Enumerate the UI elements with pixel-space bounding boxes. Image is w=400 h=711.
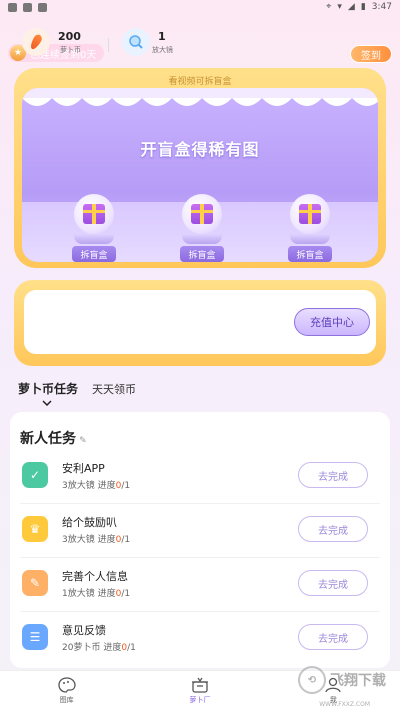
blindbox-item[interactable]: 拆盲盒 (280, 194, 340, 262)
divider (108, 38, 109, 52)
task-desc: 20萝卜币 进度0/1 (62, 643, 136, 653)
nav-carrot-factory[interactable]: 萝卜厂 (133, 671, 266, 711)
clipboard-icon: ☰ (22, 624, 48, 650)
watermark: ⟲ 飞翔下载 (298, 666, 386, 694)
task-row: ✓ 安利APP 3放大镜 进度0/1 去完成 (20, 450, 380, 504)
checkin-button[interactable]: 签到 (350, 45, 392, 63)
task-complete-button[interactable]: 去完成 (298, 462, 368, 488)
blindbox-stage: 开盲盒得稀有图 拆盲盒 拆盲盒 拆盲盒 (22, 88, 378, 262)
tab-carrot-tasks[interactable]: 萝卜币任务 (18, 380, 78, 397)
location-icon: ⌖ (326, 2, 332, 12)
check-icon: ✓ (22, 462, 48, 488)
blindbox-item[interactable]: 拆盲盒 (172, 194, 232, 262)
watermark-title: 飞翔下载 (330, 673, 386, 689)
newbie-task-card: 新人任务 ✎ ✓ 安利APP 3放大镜 进度0/1 去完成 ♛ 给个鼓励叭 3放… (10, 412, 390, 668)
task-desc: 1放大镜 进度0/1 (62, 589, 131, 599)
box-icon (191, 677, 208, 693)
pedestal (74, 234, 114, 244)
gift-icon (299, 204, 321, 224)
task-title: 完善个人信息 (62, 570, 128, 583)
task-row: ✎ 完善个人信息 1放大镜 进度0/1 去完成 (20, 558, 380, 612)
magnifier-value: 1 (158, 30, 166, 43)
tab-daily-coins[interactable]: 天天领币 (92, 381, 136, 397)
open-blindbox-button[interactable]: 拆盲盒 (72, 246, 116, 262)
pedestal (290, 234, 330, 244)
gift-orb (182, 194, 222, 234)
magnifier-label: 放大镜 (152, 46, 173, 54)
gift-orb (74, 194, 114, 234)
edit-icon: ✎ (22, 570, 48, 596)
open-blindbox-button[interactable]: 拆盲盒 (180, 246, 224, 262)
gift-icon (83, 204, 105, 224)
task-complete-button[interactable]: 去完成 (298, 624, 368, 650)
status-bar: ⌖ ▾ ◢ ▮ 3:47 (0, 0, 400, 14)
blindbox-item[interactable]: 拆盲盒 (64, 194, 124, 262)
task-title: 意见反馈 (62, 624, 106, 637)
task-title: 安利APP (62, 462, 105, 475)
signal-icon: ◢ (347, 2, 355, 12)
carrot-icon (22, 28, 50, 56)
nav-label: 萝卜厂 (189, 696, 211, 704)
pedestal (182, 234, 222, 244)
status-right: ⌖ ▾ ◢ ▮ 3:47 (326, 2, 392, 12)
notification-icon (38, 2, 47, 12)
task-complete-button[interactable]: 去完成 (298, 570, 368, 596)
coins-value: 200 (58, 30, 81, 43)
watermark-logo-icon: ⟲ (298, 666, 326, 694)
battery-icon: ▮ (360, 2, 366, 12)
task-desc: 3放大镜 进度0/1 (62, 481, 131, 491)
coins-label: 萝卜币 (60, 46, 81, 54)
open-blindbox-button[interactable]: 拆盲盒 (288, 246, 332, 262)
status-time: 3:47 (371, 2, 392, 12)
notification-icon (8, 2, 17, 12)
wifi-icon: ▾ (337, 2, 342, 12)
gift-orb (290, 194, 330, 234)
blindbox-title: 开盲盒得稀有图 (140, 140, 260, 159)
tab-indicator (42, 400, 52, 406)
nav-gallery[interactable]: 图库 (0, 671, 133, 711)
task-desc: 3放大镜 进度0/1 (62, 535, 131, 545)
task-tabs: 萝卜币任务 天天领币 (18, 380, 136, 397)
watermark-url: WWW.FXXZ.COM (319, 701, 370, 708)
gift-icon (191, 204, 213, 224)
task-title: 给个鼓励叭 (62, 516, 117, 529)
nav-label: 图库 (59, 696, 74, 704)
blindbox-panel: 看视频可拆盲盒 开盲盒得稀有图 拆盲盒 拆盲盒 拆盲盒 (14, 68, 386, 268)
blindbox-hint: 看视频可拆盲盒 (168, 77, 232, 87)
recharge-center-button[interactable]: 充值中心 (294, 308, 370, 336)
task-section-title: 新人任务 ✎ (20, 431, 87, 447)
trophy-icon: ♛ (22, 516, 48, 542)
task-row: ☰ 意见反馈 20萝卜币 进度0/1 去完成 (20, 612, 380, 666)
magnifier-icon (122, 28, 150, 56)
task-complete-button[interactable]: 去完成 (298, 516, 368, 542)
awning-decoration (22, 88, 378, 106)
status-left (8, 2, 47, 12)
palette-icon (58, 677, 76, 693)
task-row: ♛ 给个鼓励叭 3放大镜 进度0/1 去完成 (20, 504, 380, 558)
notification-icon (23, 2, 32, 12)
